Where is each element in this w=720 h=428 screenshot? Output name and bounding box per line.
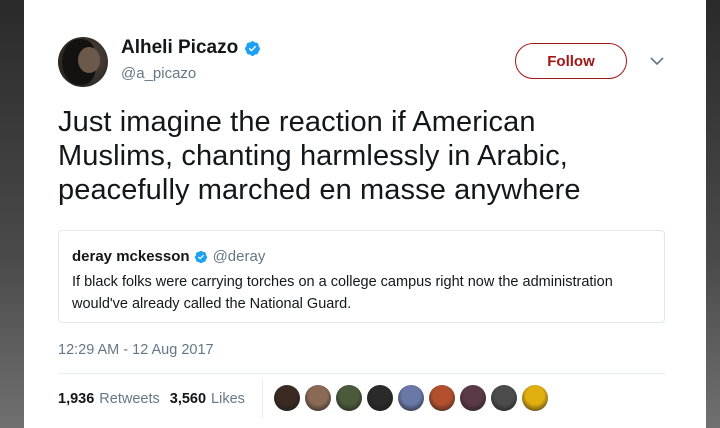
divider <box>58 373 665 374</box>
likes-label[interactable]: Likes <box>211 391 245 407</box>
liker-avatar-1[interactable] <box>274 385 300 411</box>
tweet-timestamp[interactable]: 12:29 AM - 12 Aug 2017 <box>58 342 214 358</box>
liker-avatar-2[interactable] <box>305 385 331 411</box>
verified-badge-icon <box>245 40 261 56</box>
tweet-stats: 1,936 Retweets 3,560 Likes <box>58 391 255 407</box>
author-name[interactable]: Alheli Picazo <box>121 37 238 59</box>
quoted-text-line: would've already called the National Gua… <box>72 296 352 312</box>
background-left <box>0 0 24 428</box>
likes-count[interactable]: 3,560 <box>170 391 206 407</box>
quoted-tweet[interactable]: deray mckesson @deray If black folks wer… <box>58 230 665 323</box>
tweet-text-line: peacefully marched en masse anywhere <box>58 174 581 206</box>
quoted-text-line: If black folks were carrying torches on … <box>72 274 613 290</box>
liker-avatar-5[interactable] <box>398 385 424 411</box>
verified-badge-icon <box>194 250 207 263</box>
liker-avatar-6[interactable] <box>429 385 455 411</box>
follow-button[interactable]: Follow <box>515 43 627 79</box>
chevron-down-icon[interactable] <box>650 56 664 66</box>
liker-avatar-3[interactable] <box>336 385 362 411</box>
tweet-text-line: Muslims, chanting harmlessly in Arabic, <box>58 140 568 172</box>
liker-avatars <box>274 385 553 411</box>
liker-avatar-7[interactable] <box>460 385 486 411</box>
liker-avatar-4[interactable] <box>367 385 393 411</box>
author-name-row: Alheli Picazo <box>121 37 261 59</box>
liker-avatar-8[interactable] <box>491 385 517 411</box>
tweet-card: Alheli Picazo @a_picazo Follow Just imag… <box>24 0 706 428</box>
retweets-count[interactable]: 1,936 <box>58 391 94 407</box>
avatar-face-shape <box>78 47 100 73</box>
tweet-text-line: Just imagine the reaction if American <box>58 106 536 138</box>
stats-separator <box>262 380 263 418</box>
author-avatar[interactable] <box>58 37 108 87</box>
quoted-tweet-header: deray mckesson @deray <box>72 248 265 265</box>
background-right <box>706 0 720 428</box>
liker-avatar-9[interactable] <box>522 385 548 411</box>
quoted-author-handle: @deray <box>212 248 266 265</box>
quoted-author-name: deray mckesson <box>72 248 190 265</box>
tweet-text: Just imagine the reaction if American Mu… <box>58 105 678 207</box>
quoted-tweet-text: If black folks were carrying torches on … <box>72 271 657 315</box>
retweets-label[interactable]: Retweets <box>99 391 159 407</box>
author-handle[interactable]: @a_picazo <box>121 65 196 82</box>
